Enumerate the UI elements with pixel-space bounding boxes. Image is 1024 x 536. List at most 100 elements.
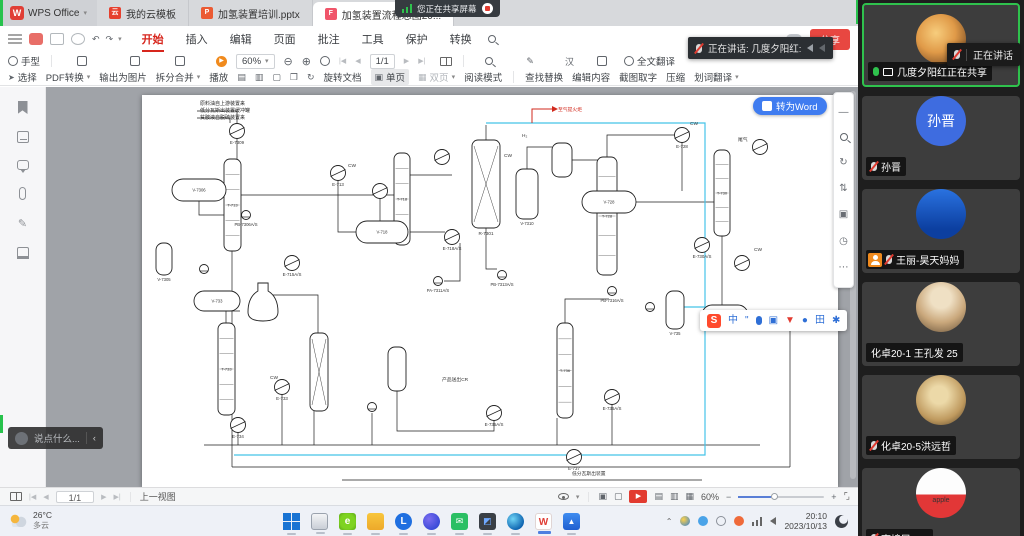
split-merge-button[interactable]: 拆分合并▾ [156,70,201,84]
compress-button[interactable]: 压缩 [666,70,685,84]
meeting-taskbar-icon[interactable] [563,513,580,530]
book-view-icon[interactable] [10,492,22,501]
tray-app-icon[interactable] [734,516,744,526]
night-mode-icon[interactable] [835,515,848,528]
print-icon[interactable] [71,33,85,45]
rotate-icon[interactable]: ↻ [307,72,315,83]
edge-taskbar-icon[interactable] [507,513,524,530]
history-icon[interactable]: ◷ [839,236,848,247]
tray-app-icon[interactable] [698,516,708,526]
lapp-taskbar-icon[interactable] [395,513,412,530]
single-page-button[interactable]: ▣单页 [371,69,410,85]
zoom-in-icon[interactable]: + [831,492,836,502]
participant-tile[interactable]: apple李境民233 [862,468,1020,536]
folder-taskbar-icon[interactable] [367,513,384,530]
edit-pen-icon[interactable]: ✎ [526,56,534,67]
stop-share-button[interactable] [482,3,493,14]
play-label-button[interactable]: 播放 [209,70,228,84]
document-tab[interactable]: 加氢装置培训.pptx [189,0,313,26]
edit-content-button[interactable]: 编辑内容 [572,70,610,84]
compress-icon[interactable] [597,56,607,66]
redo-icon[interactable]: ↷ [106,34,114,45]
page-nav-input[interactable]: 1/1 [56,491,95,503]
copy-page-icon[interactable]: ❐ [290,72,298,83]
participant-tile[interactable]: 孙晋孙晋 [862,96,1020,180]
next-page-icon[interactable]: ▶ [404,57,409,65]
blank-page-icon[interactable]: ▢ [614,491,623,502]
clipboard-icon[interactable]: ▣ [769,310,778,331]
layout-icon[interactable]: ▤ [237,72,246,83]
sort-icon[interactable]: ⇅ [839,183,847,194]
first-page-icon[interactable]: |◀ [339,57,346,65]
punctuation-icon[interactable]: " [745,310,749,331]
book-view-icon[interactable] [440,57,452,66]
hamburger-menu-icon[interactable] [8,33,22,45]
browser360-taskbar-icon[interactable] [339,513,356,530]
convert-to-word-button[interactable]: 转为Word [753,97,827,115]
image-tool-icon[interactable]: ▣ [839,209,848,220]
keyboard-icon[interactable]: 田 [815,310,825,331]
voice-input-icon[interactable] [756,316,762,325]
comment-icon[interactable] [17,160,29,170]
search-icon[interactable] [488,35,496,43]
menu-item[interactable]: 转换 [440,28,482,50]
prev-page-icon[interactable]: ◀ [355,57,360,65]
wps-taskbar-icon[interactable] [535,513,552,530]
zoom-select[interactable]: 60%▾ [236,54,275,69]
start-taskbar-icon[interactable] [283,513,300,530]
layout-icon[interactable]: ▢ [272,72,281,83]
stamp-icon[interactable] [17,247,29,259]
zoom-in-icon[interactable]: ⊕ [302,55,311,68]
double-page-icon[interactable]: ▥ [670,491,679,502]
export-image-icon[interactable] [130,56,140,66]
snip-taskbar-icon[interactable] [479,513,496,530]
play-button[interactable] [216,56,227,67]
pdf-convert-button[interactable]: PDF转换▾ [46,70,91,84]
zoom-out-icon[interactable]: ⊖ [284,55,293,68]
menu-item[interactable]: 插入 [176,28,218,50]
chevron-down-icon[interactable]: ▾ [118,35,122,43]
next-page-icon[interactable]: ▶ [101,493,106,501]
refresh-icon[interactable]: ↻ [839,157,847,168]
read-mode-button[interactable]: 阅读模式 [464,70,502,84]
mail-taskbar-icon[interactable] [451,513,468,530]
page-nav-input[interactable]: 1/1 [370,54,395,69]
word-translate-button[interactable]: 划词翻译▾ [694,70,739,84]
bookmark-icon[interactable] [18,101,28,114]
continuous-icon[interactable]: ▦ [686,491,695,502]
prev-page-icon[interactable]: ◀ [43,493,48,501]
document-tab[interactable]: 我的云模板 [97,0,189,26]
sogou-logo-icon[interactable]: S [707,314,721,328]
chevron-down-icon[interactable]: ▾ [576,493,580,501]
thumbnails-icon[interactable] [17,131,29,143]
first-page-icon[interactable]: |◀ [29,493,36,501]
chinese-mode-icon[interactable]: 中 [728,310,738,331]
volume-icon[interactable] [770,517,776,525]
tray-app-icon[interactable] [680,516,690,526]
settings-icon[interactable]: ✱ [832,310,840,331]
signature-icon[interactable]: ✎ [18,217,27,230]
taskbar-clock[interactable]: 20:10 2023/10/13 [784,511,827,531]
participant-tile[interactable]: 化卓20-5洪远哲 [862,375,1020,459]
undo-icon[interactable]: ↶ [92,34,100,45]
play-button[interactable] [629,490,647,503]
slider-knob[interactable] [771,493,778,500]
participant-tile[interactable]: 化卓20-1 王孔发 25 [862,282,1020,366]
collapse-chevron-icon[interactable]: ‹ [93,433,96,443]
more-icon[interactable]: ⋯ [839,262,849,273]
rotate-doc-button[interactable]: 旋转文档 [323,70,361,84]
split-merge-icon[interactable] [175,56,185,66]
translate-icon[interactable]: 汉 [565,55,574,68]
pdf-convert-icon[interactable] [77,56,87,66]
emoji-icon[interactable]: ● [802,310,808,331]
participant-tile[interactable]: 几度夕阳红正在共享正在讲话 [862,3,1020,87]
tray-app-icon[interactable] [716,516,726,526]
pan-icon[interactable] [320,56,330,66]
tray-expand-icon[interactable]: ⌃ [666,517,673,526]
zoom-out-icon[interactable]: − [726,492,731,502]
export-image-button[interactable]: 输出为图片 [99,70,147,84]
menu-item[interactable]: 工具 [352,28,394,50]
double-page-button[interactable]: ▦双页▾ [418,70,455,84]
prev-view-button[interactable]: 上一视图 [140,490,176,503]
view-mode-icon[interactable] [558,493,569,500]
